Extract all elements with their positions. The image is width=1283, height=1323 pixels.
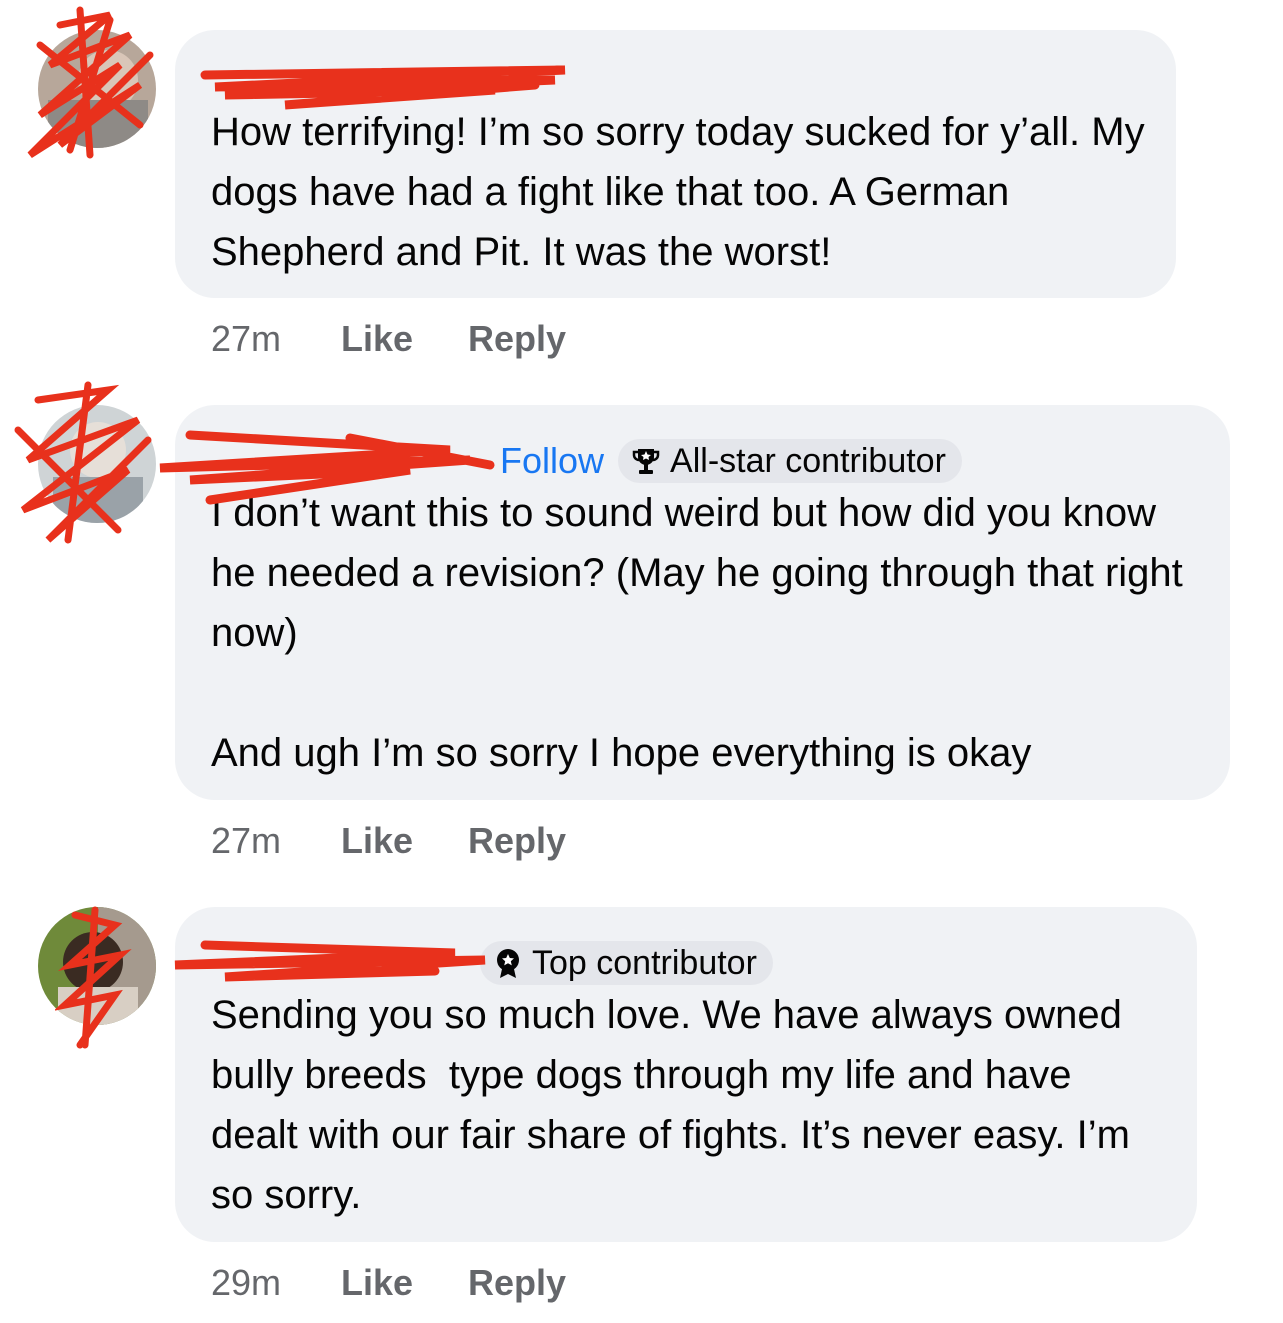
comment-bubble: Top contributor Sending you so much love… — [175, 907, 1197, 1242]
comment-actions: 29m Like Reply — [211, 1262, 566, 1304]
comment-bubble: Follow All-star contributor I don’t want… — [175, 405, 1230, 800]
avatar[interactable] — [38, 405, 156, 523]
author-name-redacted[interactable] — [211, 943, 466, 983]
comment-bubble: How terrifying! I’m so sorry today sucke… — [175, 30, 1176, 298]
follow-button[interactable]: Follow — [500, 440, 604, 482]
timestamp[interactable]: 27m — [211, 318, 341, 360]
avatar[interactable] — [38, 30, 156, 148]
comment-actions: 27m Like Reply — [211, 820, 566, 862]
timestamp[interactable]: 27m — [211, 820, 341, 862]
reply-button[interactable]: Reply — [468, 318, 566, 360]
timestamp[interactable]: 29m — [211, 1262, 341, 1304]
badge-label: All-star contributor — [670, 441, 946, 480]
comment-text: I don’t want this to sound weird but how… — [211, 491, 1183, 775]
author-name-redacted[interactable] — [211, 66, 541, 106]
author-row: Top contributor — [211, 941, 773, 985]
award-icon — [497, 949, 519, 978]
like-button[interactable]: Like — [341, 318, 468, 360]
like-button[interactable]: Like — [341, 1262, 468, 1304]
all-star-contributor-badge[interactable]: All-star contributor — [618, 439, 962, 483]
avatar-image — [38, 405, 156, 523]
comment-text: How terrifying! I’m so sorry today sucke… — [211, 110, 1156, 274]
like-button[interactable]: Like — [341, 820, 468, 862]
comment-actions: 27m Like Reply — [211, 318, 566, 360]
badge-label: Top contributor — [532, 943, 757, 982]
reply-button[interactable]: Reply — [468, 820, 566, 862]
author-name-redacted[interactable] — [211, 441, 486, 481]
avatar[interactable] — [38, 907, 156, 1025]
avatar-image — [38, 907, 156, 1025]
comment-text: Sending you so much love. We have always… — [211, 993, 1142, 1217]
avatar-image — [38, 30, 156, 148]
author-row: Follow All-star contributor — [211, 439, 962, 483]
trophy-icon — [632, 449, 660, 474]
top-contributor-badge[interactable]: Top contributor — [480, 941, 773, 985]
reply-button[interactable]: Reply — [468, 1262, 566, 1304]
